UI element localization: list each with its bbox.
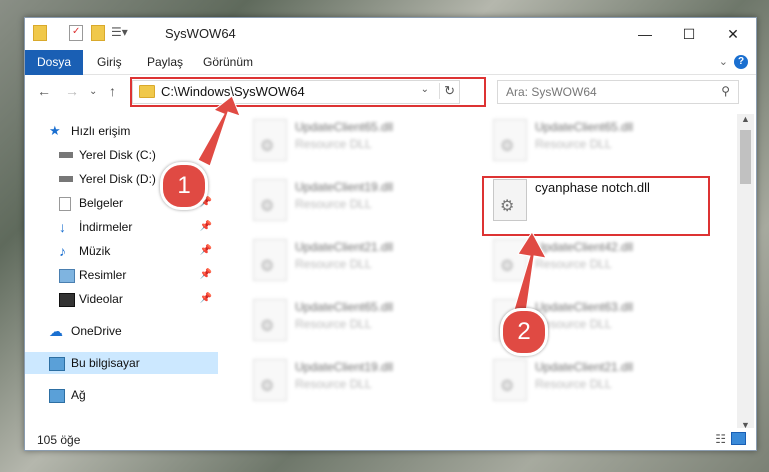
step-badge-1: 1 (160, 162, 208, 210)
step-badge-2: 2 (500, 308, 548, 356)
arrows-overlay (197, 95, 547, 313)
arrow-1 (197, 95, 241, 167)
arrow-2 (513, 231, 547, 313)
